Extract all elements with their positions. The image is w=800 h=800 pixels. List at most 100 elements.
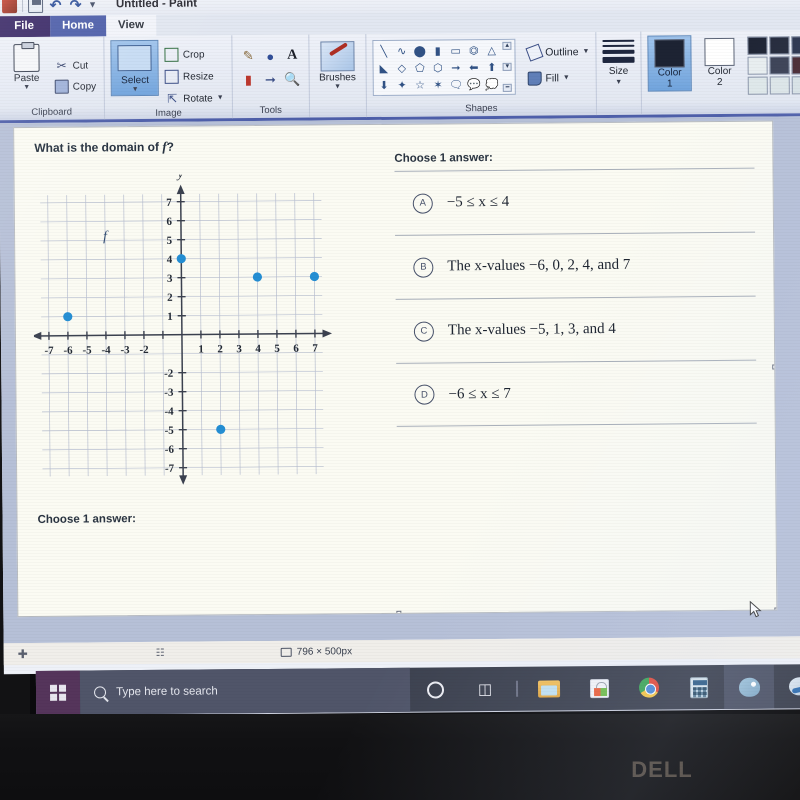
undo-icon[interactable]: ↶ xyxy=(48,0,63,12)
magnifier-icon[interactable]: 🔍 xyxy=(282,69,302,91)
calculator-button[interactable] xyxy=(674,665,724,709)
canvas-resize-handle-bottom[interactable] xyxy=(396,610,402,616)
shape-triangle-icon[interactable]: △ xyxy=(483,42,500,58)
size-group-spacer xyxy=(603,102,635,115)
canvas-resize-handle-right[interactable] xyxy=(772,364,778,370)
search-input[interactable]: Type here to search xyxy=(79,667,411,715)
radio-c[interactable]: C xyxy=(413,320,434,342)
color-2-button[interactable]: Color 2 xyxy=(697,35,741,88)
answer-option-d[interactable]: D −6 ≤ x ≤ 7 xyxy=(396,359,757,427)
scroll-down-icon[interactable]: ▼ xyxy=(502,62,512,71)
x-axis-tick-label: 7 xyxy=(312,342,318,354)
shape-oval-icon[interactable]: ⬤ xyxy=(411,43,428,59)
chevron-down-icon[interactable]: ▼ xyxy=(23,84,30,91)
cortana-button[interactable] xyxy=(410,667,460,711)
chrome-button[interactable] xyxy=(624,665,674,709)
text-icon[interactable]: A xyxy=(282,45,302,67)
task-view-button[interactable]: ◫ xyxy=(460,667,510,711)
resize-button[interactable]: Resize xyxy=(163,67,226,86)
shape-six-point-star-icon[interactable]: ✶ xyxy=(429,76,446,92)
palette-swatch[interactable] xyxy=(769,76,790,95)
shape-right-triangle-icon[interactable]: ◣ xyxy=(375,60,392,76)
answer-option-a[interactable]: A −5 ≤ x ≤ 4 xyxy=(394,167,756,235)
brushes-button[interactable]: Brushes ▼ xyxy=(315,38,359,90)
paint-window: ↶ ↷ ▼ Untitled - Paint File Home View Pa… xyxy=(0,0,800,675)
radio-b[interactable]: B xyxy=(413,256,434,278)
palette-swatch[interactable] xyxy=(791,56,800,75)
shape-callout-round-icon[interactable]: 💬 xyxy=(465,76,482,92)
paint-canvas[interactable]: What is the domain of f? -7 -6 -5 -4 -3 -2 1 2 3… xyxy=(13,120,778,618)
palette-swatch[interactable] xyxy=(747,56,768,75)
palette-swatch[interactable] xyxy=(791,76,800,95)
rotate-button[interactable]: ⇱ Rotate ▼ xyxy=(163,89,226,108)
shape-curve-icon[interactable]: ∿ xyxy=(393,43,410,59)
shape-up-arrow-icon[interactable]: ⬆ xyxy=(483,59,500,75)
chevron-down-icon[interactable]: ▼ xyxy=(563,74,570,81)
shape-five-point-star-icon[interactable]: ☆ xyxy=(411,77,428,93)
fill-icon[interactable]: ● xyxy=(260,45,280,67)
color-2-label: Color xyxy=(707,65,732,78)
tab-home[interactable]: Home xyxy=(49,15,107,37)
shape-left-arrow-icon[interactable]: ⬅ xyxy=(465,59,482,75)
outline-button[interactable]: Outline ▼ xyxy=(525,42,589,63)
customize-quick-access-icon[interactable]: ▼ xyxy=(88,0,97,12)
shapes-panel: ╲ ∿ ⬤ ▮ ▭ ⏣ △ ◣ ◇ ⬠ ⬡ ➞ ⬅ ⬆ ⬇ ✦ ☆ ✶ 🗨 💬 … xyxy=(372,38,516,97)
shape-right-arrow-icon[interactable]: ➞ xyxy=(447,59,464,75)
radio-a[interactable]: A xyxy=(412,192,433,214)
chevron-down-icon[interactable]: ▼ xyxy=(217,94,224,101)
pencil-icon[interactable]: ✎ xyxy=(238,45,258,67)
microsoft-store-button[interactable] xyxy=(574,666,624,710)
shape-callout-rect-icon[interactable]: 🗨 xyxy=(447,76,464,92)
chevron-down-icon[interactable]: ▼ xyxy=(582,48,589,55)
shape-four-point-star-icon[interactable]: ✦ xyxy=(393,77,410,93)
shape-diamond-icon[interactable]: ◇ xyxy=(393,60,410,76)
size-button[interactable]: Size ▼ xyxy=(602,36,635,86)
scroll-up-icon[interactable]: ▲ xyxy=(502,41,512,50)
canvas-resize-handle-corner[interactable] xyxy=(774,607,778,613)
start-button[interactable] xyxy=(35,670,81,715)
file-explorer-icon xyxy=(537,679,561,698)
palette-swatch[interactable] xyxy=(791,36,800,55)
palette-swatch[interactable] xyxy=(769,36,790,55)
shapes-expand-icon[interactable]: ━ xyxy=(503,83,513,92)
palette-swatch[interactable] xyxy=(747,76,768,95)
pen-icon xyxy=(525,43,544,62)
palette-swatch[interactable] xyxy=(747,36,768,55)
chevron-down-icon[interactable]: ▼ xyxy=(132,86,139,93)
tab-view[interactable]: View xyxy=(105,14,157,37)
select-button[interactable]: Select ▼ xyxy=(110,39,160,97)
color-1-button[interactable]: Color 1 xyxy=(647,35,692,92)
paint-3d-button[interactable] xyxy=(723,664,775,709)
save-icon[interactable] xyxy=(27,0,44,13)
shape-down-arrow-icon[interactable]: ⬇ xyxy=(375,77,392,93)
shape-pentagon-icon[interactable]: ⬠ xyxy=(411,60,428,76)
shape-hexagon-icon[interactable]: ⬡ xyxy=(429,59,446,75)
radio-d[interactable]: D xyxy=(414,384,435,405)
color-picker-icon[interactable]: ➞ xyxy=(260,69,280,91)
shape-line-icon[interactable]: ╲ xyxy=(375,43,392,59)
palette-swatch[interactable] xyxy=(769,56,790,75)
answer-text-a: −5 ≤ x ≤ 4 xyxy=(446,193,510,211)
eraser-icon[interactable]: ▮ xyxy=(238,69,258,91)
shape-polygon-icon[interactable]: ⏣ xyxy=(465,42,482,58)
paint-app-icon[interactable] xyxy=(1,0,18,13)
answer-option-b[interactable]: B The x-values −6, 0, 2, 4, and 7 xyxy=(395,231,756,299)
fill-button[interactable]: Fill ▼ xyxy=(527,68,589,89)
paint-taskbar-button[interactable] xyxy=(774,664,800,708)
y-axis-label: y xyxy=(176,173,184,180)
canvas-area: What is the domain of f? -7 -6 -5 -4 -3 -2 1 2 3… xyxy=(0,116,800,644)
chevron-down-icon[interactable]: ▼ xyxy=(334,83,341,90)
copy-button[interactable]: Copy xyxy=(53,77,99,95)
redo-icon[interactable]: ↷ xyxy=(68,0,83,12)
shapes-scrollbar[interactable]: ▲ ▼ ━ xyxy=(502,41,513,92)
file-explorer-button[interactable] xyxy=(524,666,574,710)
paste-button[interactable]: Paste ▼ xyxy=(4,41,48,91)
shape-rounded-rectangle-icon[interactable]: ▭ xyxy=(447,42,464,58)
answer-option-c[interactable]: C The x-values −5, 1, 3, and 4 xyxy=(395,295,757,363)
shape-callout-cloud-icon[interactable]: 💭 xyxy=(483,76,500,92)
crop-button[interactable]: Crop xyxy=(163,45,226,64)
chevron-down-icon[interactable]: ▼ xyxy=(615,79,622,86)
tab-file[interactable]: File xyxy=(0,15,51,38)
cut-button[interactable]: ✂ Cut xyxy=(52,56,98,74)
shape-rectangle-icon[interactable]: ▮ xyxy=(429,42,446,58)
